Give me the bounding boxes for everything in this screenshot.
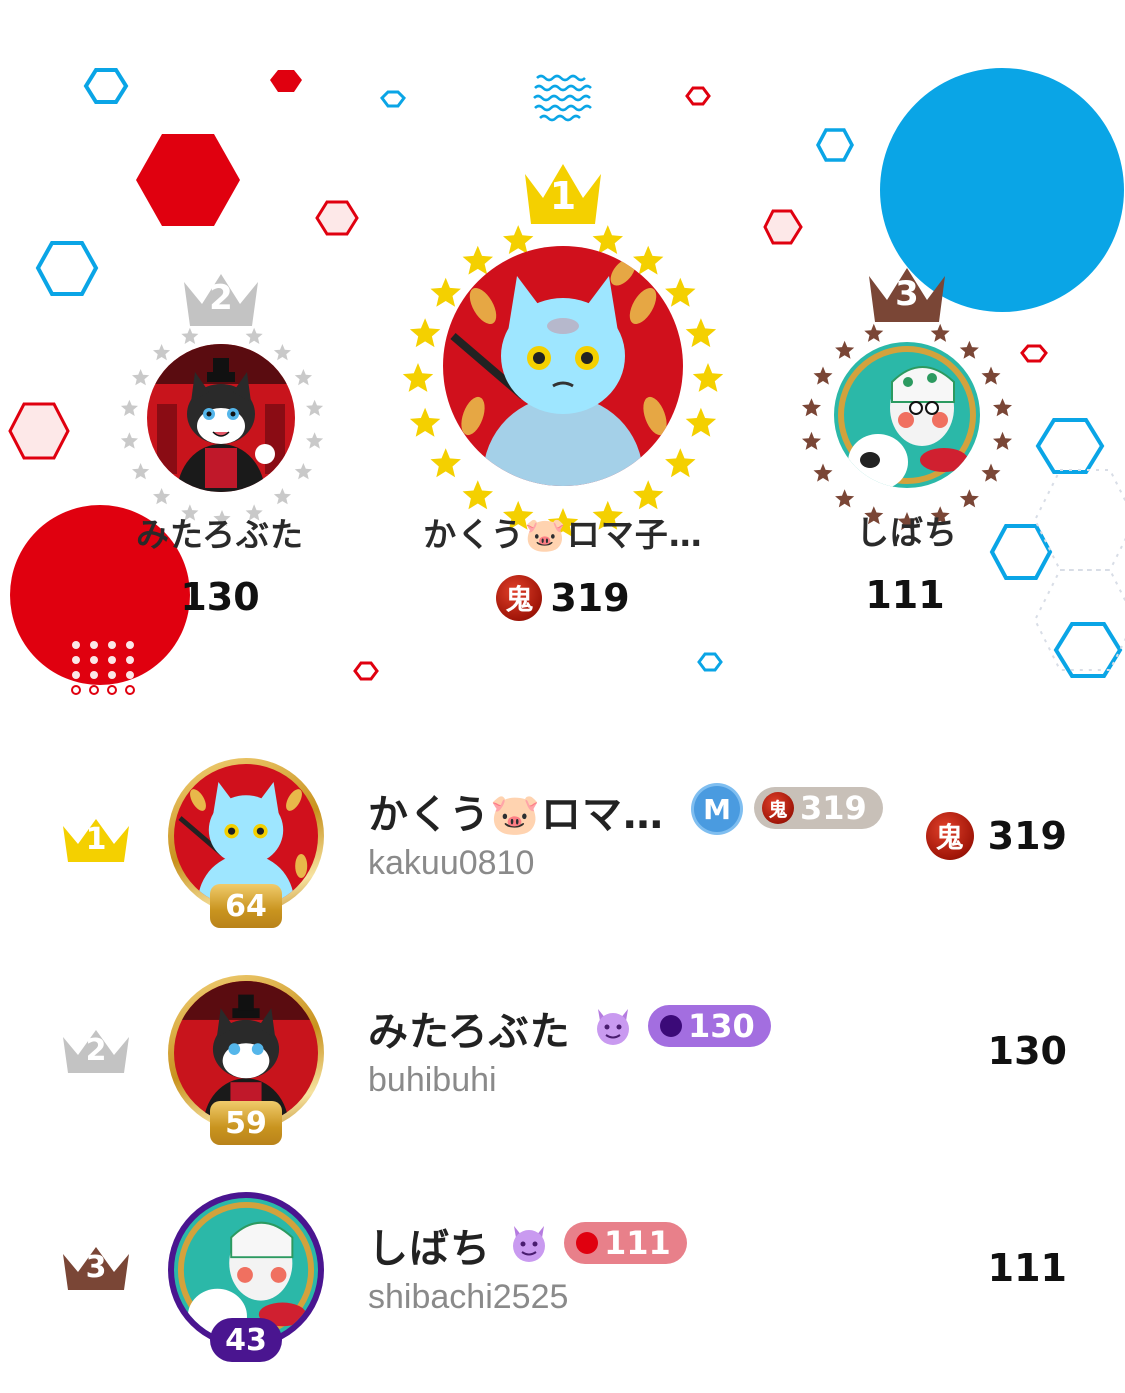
score-value: 111 [987, 1246, 1067, 1290]
score: 鬼 319 [925, 812, 1067, 860]
list-item[interactable]: 3 43 しばち 111 shibachi2525 111 [0, 1192, 1125, 1392]
rank-number: 2 [85, 1033, 107, 1068]
podium-score: 130 [70, 575, 370, 619]
podium-score-value: 319 [550, 576, 630, 620]
user-name: しばち [368, 1226, 491, 1272]
user-handle: buhibuhi [368, 1061, 497, 1099]
score-value: 130 [987, 1029, 1067, 1073]
avatar[interactable] [443, 246, 683, 486]
avatar[interactable]: 64 [168, 758, 324, 928]
avatar[interactable] [147, 344, 295, 492]
podium-rank-number: 1 [549, 174, 577, 218]
purple-devil-icon [513, 1226, 545, 1262]
rank-pill: 鬼 319 [754, 787, 883, 829]
podium-score: 鬼 319 [413, 575, 713, 621]
avatar[interactable] [834, 342, 980, 488]
level-badge: 59 [210, 1101, 282, 1145]
user-name: かくう🐷ロマ… [368, 792, 665, 838]
podium-rank-number: 2 [209, 278, 233, 318]
podium-third[interactable]: 3 しばち 111 [740, 264, 1070, 630]
rank-pill: 130 [648, 1005, 771, 1047]
purple-devil-icon [597, 1009, 629, 1045]
user-handle: shibachi2525 [368, 1278, 569, 1316]
list-item[interactable]: 1 64 かくう🐷ロマ… M 鬼 319 kakuu0810 鬼 319 [0, 758, 1125, 958]
level-badge: 43 [210, 1318, 282, 1362]
podium-name: かくう🐷ロマ子… [423, 515, 703, 554]
list-item[interactable]: 2 59 みたろぶた 130 buhibuhi 130 [0, 975, 1125, 1175]
podium-first[interactable]: 1 かくう🐷ロマ子… 鬼 319 [398, 160, 728, 630]
podium-score-value: 111 [865, 573, 945, 617]
user-name: みたろぶた [368, 1009, 571, 1055]
score: 130 [988, 1029, 1067, 1073]
podium-name: しばち [856, 513, 958, 552]
podium-score-value: 130 [180, 575, 260, 619]
rank-pill: 111 [564, 1222, 687, 1264]
podium-score: 111 [755, 573, 1055, 617]
user-handle: kakuu0810 [368, 844, 535, 882]
podium-second[interactable]: 2 みたろぶた 130 [55, 270, 385, 630]
rank-number: 3 [85, 1250, 107, 1285]
oni-badge-icon: 鬼 [496, 575, 543, 621]
score-value: 319 [987, 814, 1067, 858]
level-badge: 64 [210, 884, 282, 928]
membership-badge-icon: M [694, 786, 740, 832]
score: 111 [988, 1246, 1067, 1290]
avatar[interactable]: 43 [168, 1192, 324, 1362]
oni-badge-icon: 鬼 [925, 812, 974, 860]
avatar[interactable]: 59 [168, 975, 324, 1145]
oni-badge-icon: 鬼 [762, 792, 794, 824]
podium-name: みたろぶた [135, 515, 305, 554]
rank-number: 1 [85, 822, 107, 857]
podium-rank-number: 3 [895, 274, 919, 314]
